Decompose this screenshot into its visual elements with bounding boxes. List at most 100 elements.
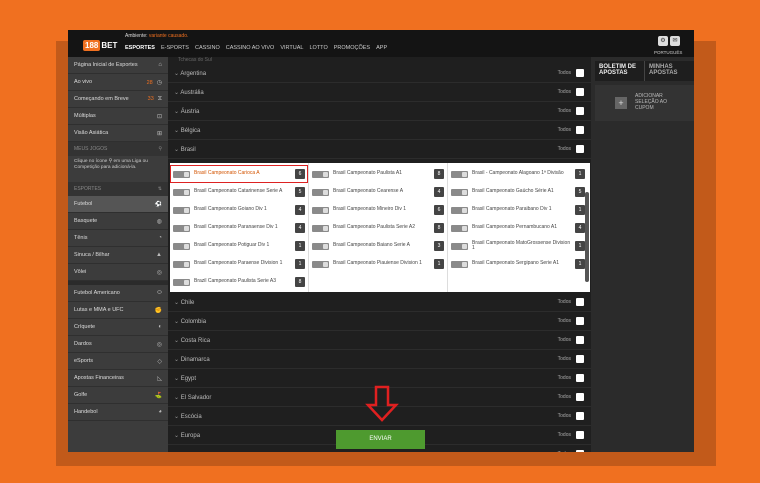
- select-all-checkbox[interactable]: [576, 126, 584, 134]
- league-item[interactable]: Brasil Campeonato Mineiro Div 1 6: [309, 201, 447, 219]
- league-toggle[interactable]: [451, 242, 468, 250]
- country-row[interactable]: Dinamarca Todos: [168, 350, 591, 369]
- league-toggle[interactable]: [451, 170, 468, 178]
- league-item[interactable]: Brasil Campeonato Gaúcho Série A1 5: [448, 183, 588, 201]
- top-nav-item[interactable]: APP: [376, 45, 387, 51]
- league-toggle[interactable]: [312, 242, 329, 250]
- select-all-checkbox[interactable]: [576, 145, 584, 153]
- top-nav-item[interactable]: ESPORTES: [125, 45, 155, 51]
- league-item[interactable]: Brazil Campeonato Paulista Serie A3 8: [170, 273, 308, 291]
- league-toggle[interactable]: [173, 260, 190, 268]
- select-all-checkbox[interactable]: [576, 69, 584, 77]
- select-all-checkbox[interactable]: [576, 412, 584, 420]
- top-nav-item[interactable]: CASSINO: [195, 45, 220, 51]
- sidebar-item[interactable]: Dardos ◎: [68, 336, 168, 353]
- select-all[interactable]: Todos: [558, 88, 584, 96]
- sidebar-item[interactable]: Múltiplas ⊡: [68, 108, 168, 125]
- league-item[interactable]: Brasil Campeonato Goiano Div 1 4: [170, 201, 308, 219]
- sidebar-item[interactable]: Lutas e MMA e UFC ✊: [68, 302, 168, 319]
- sidebar-item[interactable]: Tênis ◔: [68, 230, 168, 247]
- sidebar-item[interactable]: Futebol Americano ⬭: [68, 285, 168, 302]
- sidebar-item[interactable]: Apostas Financeiras ◺: [68, 370, 168, 387]
- message-icon[interactable]: ✉: [670, 36, 680, 46]
- league-toggle[interactable]: [173, 224, 190, 232]
- select-all-checkbox[interactable]: [576, 431, 584, 439]
- scrollbar[interactable]: [585, 192, 589, 282]
- league-toggle[interactable]: [312, 188, 329, 196]
- select-all-checkbox[interactable]: [576, 298, 584, 306]
- select-all-checkbox[interactable]: [576, 336, 584, 344]
- league-item[interactable]: Brasil Campeonato Carioca A 6: [170, 165, 308, 183]
- select-all[interactable]: Todos: [558, 393, 584, 401]
- league-item[interactable]: Brasil Campeonato Paranaense Div 1 4: [170, 219, 308, 237]
- select-all[interactable]: Todos: [558, 298, 584, 306]
- select-all-checkbox[interactable]: [576, 88, 584, 96]
- country-row[interactable]: Áustria Todos: [168, 102, 591, 121]
- league-item[interactable]: Brasil Campeonato Potiguar Div 1 1: [170, 237, 308, 255]
- country-row[interactable]: Austrália Todos: [168, 83, 591, 102]
- select-all-checkbox[interactable]: [576, 107, 584, 115]
- select-all-checkbox[interactable]: [576, 355, 584, 363]
- league-item[interactable]: Brasil Campeonato MatoGrossense Division…: [448, 237, 588, 255]
- top-nav-item[interactable]: CASSINO AO VIVO: [226, 45, 275, 51]
- league-item[interactable]: Brasil Campeonato Pernambucano A1 4: [448, 219, 588, 237]
- country-row[interactable]: Brasil Todos: [168, 140, 591, 159]
- select-all-checkbox[interactable]: [576, 393, 584, 401]
- league-item[interactable]: Brasil Campeonato Baiano Serie A 3: [309, 237, 447, 255]
- select-all-checkbox[interactable]: [576, 317, 584, 325]
- league-toggle[interactable]: [173, 188, 190, 196]
- country-row[interactable]: Bélgica Todos: [168, 121, 591, 140]
- select-all[interactable]: Todos: [558, 412, 584, 420]
- league-toggle[interactable]: [451, 260, 468, 268]
- country-row[interactable]: Costa Rica Todos: [168, 331, 591, 350]
- league-toggle[interactable]: [173, 242, 190, 250]
- select-all[interactable]: Todos: [558, 355, 584, 363]
- league-toggle[interactable]: [312, 260, 329, 268]
- league-toggle[interactable]: [312, 224, 329, 232]
- select-all[interactable]: Todos: [558, 145, 584, 153]
- sidebar-item[interactable]: Handebol ◕: [68, 404, 168, 421]
- sidebar-item[interactable]: Vôlei ◎: [68, 264, 168, 281]
- select-all[interactable]: Todos: [558, 317, 584, 325]
- tab-bet-slip[interactable]: BOLETIM DE APOSTAS: [595, 61, 644, 81]
- select-all[interactable]: Todos: [558, 107, 584, 115]
- sidebar-item[interactable]: Ao vivo 28 ◷: [68, 74, 168, 91]
- select-all[interactable]: Todos: [558, 450, 584, 452]
- league-item[interactable]: Brasil - Campeonato Alagoano 1ª Divisão 1: [448, 165, 588, 183]
- select-all[interactable]: Todos: [558, 374, 584, 382]
- sidebar-item[interactable]: Página Inicial de Esportes ⌂: [68, 57, 168, 74]
- language-selector[interactable]: PORTUGUÊS: [654, 50, 682, 55]
- country-row[interactable]: Colombia Todos: [168, 312, 591, 331]
- tab-my-bets[interactable]: MINHAS APOSTAS: [644, 61, 694, 81]
- league-toggle[interactable]: [451, 206, 468, 214]
- top-nav-item[interactable]: PROMOÇÕES: [334, 45, 370, 51]
- league-item[interactable]: Brasil Campeonato Catarinense Serie A 5: [170, 183, 308, 201]
- sidebar-item[interactable]: Começando em Breve 33 ⧖: [68, 91, 168, 108]
- sidebar-item[interactable]: Sinuca / Bilhar ▲: [68, 247, 168, 264]
- select-all[interactable]: Todos: [558, 126, 584, 134]
- top-nav-item[interactable]: VIRTUAL: [280, 45, 303, 51]
- league-item[interactable]: Brasil Campeonato Piauiense Division 1 1: [309, 255, 447, 273]
- league-toggle[interactable]: [451, 188, 468, 196]
- send-button[interactable]: ENVIAR: [336, 430, 425, 449]
- league-toggle[interactable]: [312, 170, 329, 178]
- sidebar-item[interactable]: Basquete ◍: [68, 213, 168, 230]
- country-row[interactable]: Chile Todos: [168, 293, 591, 312]
- league-item[interactable]: Brasil Campeonato Paraibano Div 1 1: [448, 201, 588, 219]
- sidebar-item[interactable]: eSports ◇: [68, 353, 168, 370]
- select-all[interactable]: Todos: [558, 431, 584, 439]
- league-toggle[interactable]: [173, 170, 190, 178]
- country-row[interactable]: Argentina Todos: [168, 64, 591, 83]
- league-item[interactable]: Brasil Campeonato Paraense Division 1 1: [170, 255, 308, 273]
- league-toggle[interactable]: [451, 224, 468, 232]
- league-item[interactable]: Brasil Campeonato Paulista Serie A2 8: [309, 219, 447, 237]
- select-all[interactable]: Todos: [558, 69, 584, 77]
- sidebar-item[interactable]: Visão Asiática ⊞: [68, 125, 168, 142]
- league-item[interactable]: Brasil Campeonato Sergipano Serie A1 1: [448, 255, 588, 273]
- top-nav-item[interactable]: E-SPORTS: [161, 45, 189, 51]
- league-toggle[interactable]: [173, 278, 190, 286]
- league-toggle[interactable]: [312, 206, 329, 214]
- top-nav-item[interactable]: LOTTO: [309, 45, 327, 51]
- settings-icon[interactable]: ⚙: [658, 36, 668, 46]
- league-item[interactable]: Brasil Campeonato Cearense A 4: [309, 183, 447, 201]
